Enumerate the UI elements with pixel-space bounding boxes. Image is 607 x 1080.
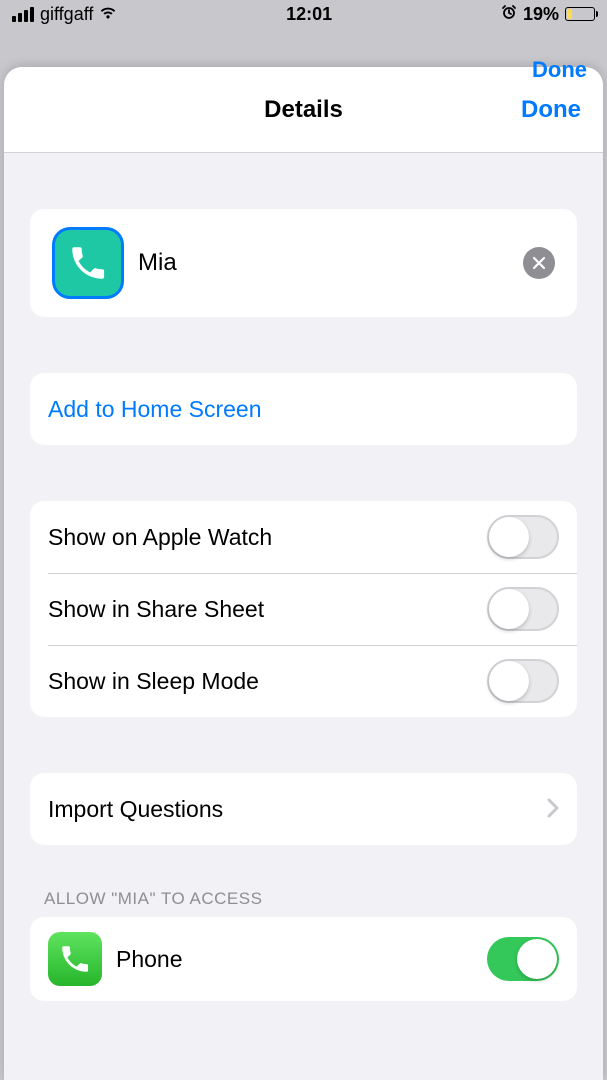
add-home-section: Add to Home Screen <box>30 373 577 445</box>
share-sheet-row: Show in Share Sheet <box>30 573 577 645</box>
chevron-right-icon <box>547 794 559 825</box>
battery-percent: 19% <box>523 4 559 25</box>
done-button[interactable]: Done <box>521 96 581 124</box>
phone-permission-label: Phone <box>116 946 487 973</box>
phone-icon <box>67 242 109 284</box>
shortcut-icon[interactable] <box>52 227 124 299</box>
status-time: 12:01 <box>286 4 332 25</box>
clear-name-button[interactable] <box>523 247 555 279</box>
sleep-mode-toggle[interactable] <box>487 659 559 703</box>
add-to-home-button[interactable]: Add to Home Screen <box>30 373 577 445</box>
sheet-header: Details Done <box>4 67 603 153</box>
import-questions-button[interactable]: Import Questions <box>30 773 577 845</box>
visibility-section: Show on Apple Watch Show in Share Sheet … <box>30 501 577 717</box>
apple-watch-toggle[interactable] <box>487 515 559 559</box>
alarm-icon <box>501 4 517 25</box>
add-to-home-label: Add to Home Screen <box>48 396 262 423</box>
share-sheet-label: Show in Share Sheet <box>48 596 487 623</box>
phone-permission-toggle[interactable] <box>487 937 559 981</box>
apple-watch-label: Show on Apple Watch <box>48 524 487 551</box>
phone-permission-row: Phone <box>30 917 577 1001</box>
import-section: Import Questions <box>30 773 577 845</box>
share-sheet-toggle[interactable] <box>487 587 559 631</box>
apple-watch-row: Show on Apple Watch <box>30 501 577 573</box>
signal-icon <box>12 7 34 22</box>
shortcut-name-row[interactable]: Mia <box>30 209 577 317</box>
carrier-label: giffgaff <box>40 4 93 25</box>
sheet-title: Details <box>264 96 343 124</box>
name-section: Mia <box>30 209 577 317</box>
shortcut-name-input[interactable]: Mia <box>138 249 523 277</box>
permissions-header: Allow "Mia" to Access <box>44 889 577 909</box>
phone-app-icon <box>48 932 102 986</box>
import-questions-label: Import Questions <box>48 796 547 823</box>
close-icon <box>532 256 546 270</box>
wifi-icon <box>99 4 117 25</box>
permissions-section: Phone <box>30 917 577 1001</box>
status-bar: giffgaff 12:01 19% <box>0 0 607 28</box>
sleep-mode-label: Show in Sleep Mode <box>48 668 487 695</box>
battery-icon <box>565 7 595 21</box>
sleep-mode-row: Show in Sleep Mode <box>30 645 577 717</box>
details-sheet: Details Done Mia Add to Home Screen <box>4 67 603 1080</box>
background-done-button[interactable]: Done <box>532 57 587 83</box>
